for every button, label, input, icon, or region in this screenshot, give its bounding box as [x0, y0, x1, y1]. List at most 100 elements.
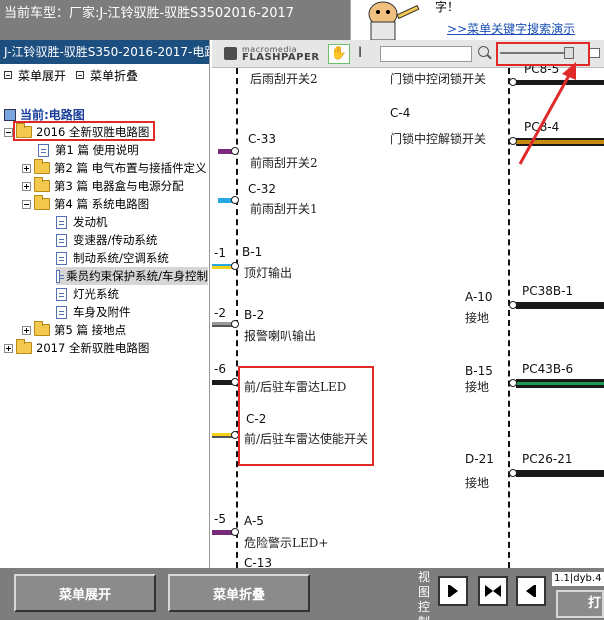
nav-right-button[interactable]	[438, 576, 468, 606]
pin-code: B-1	[242, 245, 263, 259]
tree-node-label: 变速器/传动系统	[73, 233, 158, 247]
bottom-bar: 菜单展开 菜单折叠 视图控制 1.1|dyb.4 打	[0, 568, 604, 620]
arrow-left-icon	[493, 585, 501, 597]
arrow-right-icon	[485, 585, 493, 597]
tree-node-engine[interactable]: 发动机	[56, 213, 108, 231]
arrow-left-icon	[526, 585, 534, 597]
menu-expand-button[interactable]: 菜单展开	[14, 574, 156, 612]
search-demo-link[interactable]: >>菜单关键字搜索演示	[447, 20, 575, 37]
menu-collapse-button[interactable]: 菜单折叠	[168, 574, 310, 612]
menu-panel: J-江铃驭胜-驭胜S350-2016-2017-电路 菜单展开 菜单折叠 当前:…	[0, 40, 210, 568]
connector-line-left	[236, 68, 238, 568]
pin-label: 前雨刮开关1	[250, 202, 318, 216]
folder-icon	[34, 321, 50, 336]
menu-collapse-label: 菜单折叠	[90, 68, 139, 83]
document-icon	[38, 143, 49, 157]
tree-node-label: 制动系统/空调系统	[73, 251, 169, 265]
collapse-icon	[76, 71, 85, 79]
pin-code: A-5	[244, 514, 264, 528]
highlight-box-2016	[13, 121, 155, 141]
pin-label: 接地	[465, 380, 490, 394]
highlight-box-parking-radar	[238, 366, 374, 466]
document-icon	[56, 233, 67, 247]
document-icon	[56, 287, 67, 301]
pin-code: B-15	[465, 364, 493, 378]
connector-icon	[509, 469, 517, 477]
tree-node-label: 第2 篇 电气布置与接插件定义	[54, 161, 207, 175]
text-select-icon[interactable]: I	[358, 45, 362, 61]
tree-node-label: 灯光系统	[73, 287, 119, 301]
annotation-arrow-icon	[518, 62, 576, 165]
document-icon	[56, 251, 67, 265]
arrow-right-icon	[450, 585, 458, 597]
tree-node-lighting[interactable]: 灯光系统	[56, 285, 119, 303]
pin-label: 门锁中控解锁开关	[390, 132, 487, 146]
pin-label: 接地	[465, 476, 490, 490]
pin-number: -2	[214, 306, 226, 320]
wire-code: PC43B-6	[522, 362, 574, 376]
tree-node-chapter-5[interactable]: 第5 篇 接地点	[22, 321, 126, 339]
tree-node-chapter-1[interactable]: 第1 篇 使用说明	[38, 141, 139, 159]
title-bar: 当前车型：厂家:J-江铃驭胜-驭胜S3502016-2017 字！ >>菜单关键…	[0, 0, 604, 40]
viewer-search-input[interactable]	[380, 46, 472, 62]
nav-left-button[interactable]	[516, 576, 546, 606]
tree-node-brake-ac[interactable]: 制动系统/空调系统	[56, 249, 169, 267]
hand-tool-icon[interactable]: ✋	[328, 44, 350, 64]
collapse-toggle-icon[interactable]	[4, 127, 13, 137]
pin-label: 危险警示LED+	[244, 536, 329, 550]
connector-icon	[231, 320, 239, 328]
nav-center-button[interactable]	[478, 576, 508, 606]
flashpaper-logo: macromedia FLASHPAPER	[224, 45, 342, 63]
connector-icon	[231, 196, 239, 204]
tree-node-2017[interactable]: 2017 全新驭胜电路图	[4, 339, 149, 357]
wire-code: PC26-21	[522, 452, 573, 466]
connector-icon	[231, 262, 239, 270]
tree-node-label: 车身及附件	[73, 305, 131, 319]
search-icon[interactable]	[478, 46, 489, 57]
pin-label: 报警喇叭输出	[244, 329, 317, 343]
pin-label: 前雨刮开关2	[250, 156, 318, 170]
expand-toggle-icon[interactable]	[4, 343, 13, 353]
pin-label: 门锁中控闭锁开关	[390, 72, 487, 86]
tree-node-chapter-4[interactable]: 第4 篇 系统电路图	[22, 195, 149, 213]
tree-node-transmission[interactable]: 变速器/传动系统	[56, 231, 157, 249]
tree-node-label: 第3 篇 电器盒与电源分配	[54, 179, 184, 193]
document-icon	[56, 269, 65, 283]
document-icon	[56, 215, 67, 229]
collapse-toggle-icon[interactable]	[22, 199, 31, 209]
tree-node-chapter-2[interactable]: 第2 篇 电气布置与接插件定义	[22, 159, 207, 177]
print-button[interactable]: 打	[556, 590, 604, 618]
page-info: 1.1|dyb.4	[552, 572, 604, 586]
expand-toggle-icon[interactable]	[22, 325, 31, 335]
menu-toolbar: 菜单展开 菜单折叠	[0, 64, 209, 86]
menu-expand-link[interactable]: 菜单展开	[4, 67, 66, 84]
expand-toggle-icon[interactable]	[22, 163, 31, 173]
macromedia-icon	[224, 47, 237, 60]
help-banner: 字！ >>菜单关键字搜索演示	[350, 0, 604, 40]
bar-icon	[534, 585, 536, 597]
mascot-icon	[368, 1, 420, 40]
pin-code: D-21	[465, 452, 494, 466]
tree-node-body-accessories[interactable]: 车身及附件	[56, 303, 131, 321]
connector-icon	[231, 528, 239, 536]
wire-black	[516, 302, 604, 309]
connector-icon	[231, 147, 239, 155]
menu-header: J-江铃驭胜-驭胜S350-2016-2017-电路	[0, 40, 209, 64]
pin-code: B-2	[244, 308, 265, 322]
expand-toggle-icon[interactable]	[22, 181, 31, 191]
tree-node-label: 第5 篇 接地点	[54, 323, 127, 337]
computer-icon	[4, 108, 16, 121]
wire-green-stripe	[516, 382, 604, 385]
pin-code: C-4	[390, 106, 411, 120]
pin-number: -1	[214, 246, 226, 260]
pin-number: -6	[214, 362, 226, 376]
logo-main-text: FLASHPAPER	[242, 52, 320, 63]
tree-node-chapter-3[interactable]: 第3 篇 电器盒与电源分配	[22, 177, 184, 195]
window-title: 当前车型：厂家:J-江铃驭胜-驭胜S3502016-2017	[4, 6, 295, 21]
menu-collapse-link[interactable]: 菜单折叠	[76, 67, 138, 84]
tree-node-label: 2017 全新驭胜电路图	[36, 341, 150, 355]
pin-number: -5	[214, 512, 226, 526]
connector-icon	[509, 379, 517, 387]
document-icon	[56, 305, 67, 319]
tree-node-restraint-body[interactable]: 乘员约束保护系统/车身控制	[56, 267, 208, 285]
